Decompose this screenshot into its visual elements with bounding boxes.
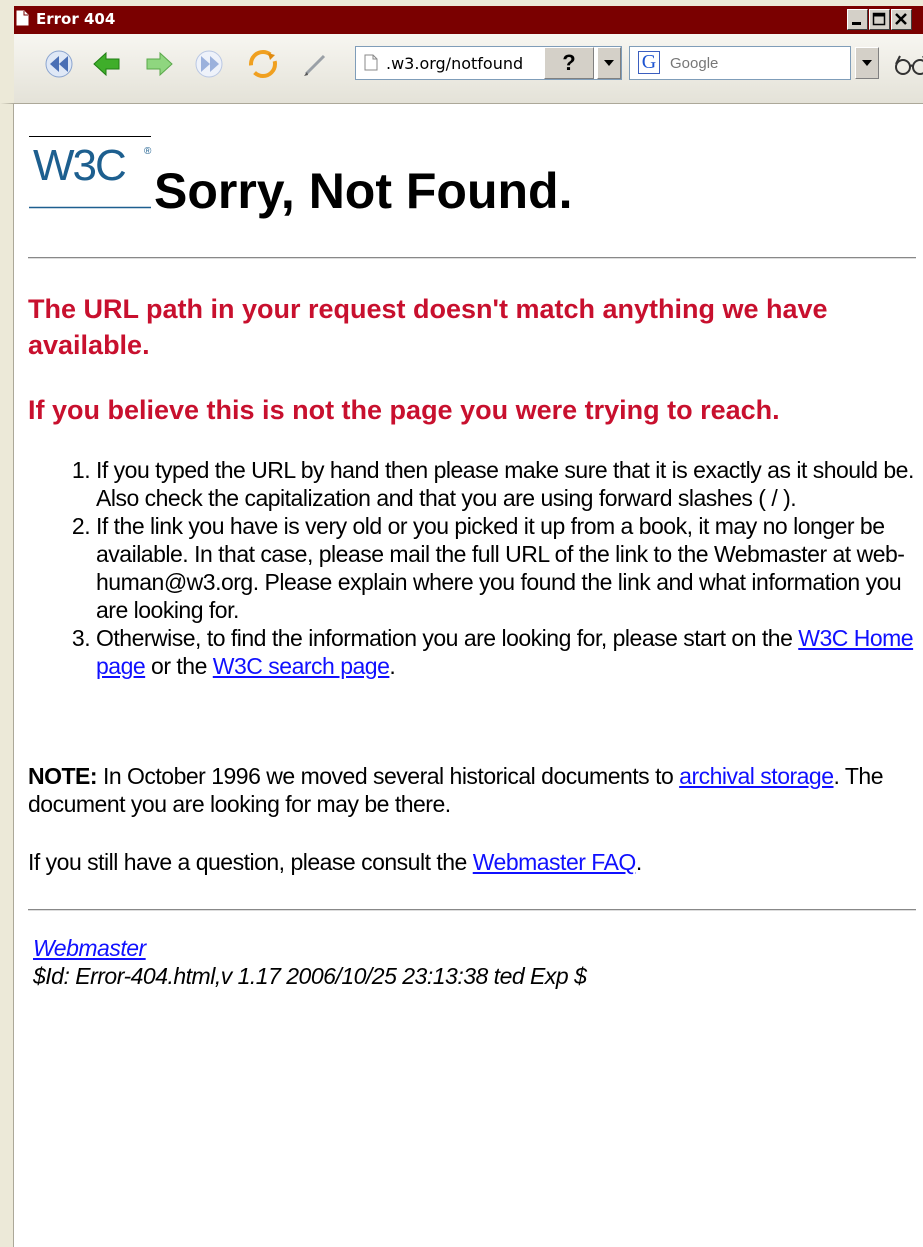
- back-icon[interactable]: [90, 47, 124, 81]
- step-3-mid: or the: [145, 653, 213, 679]
- step-1-text: If you typed the URL by hand then please…: [96, 457, 914, 511]
- revision-id: $Id: Error-404.html,v 1.17 2006/10/25 23…: [33, 963, 587, 989]
- logo-text: W3C: [33, 141, 127, 190]
- list-item: If you typed the URL by hand then please…: [96, 456, 923, 512]
- divider-bottom: [28, 909, 916, 911]
- edit-icon[interactable]: [298, 47, 332, 81]
- note-label: NOTE:: [28, 763, 98, 789]
- page-title: Sorry, Not Found.: [154, 163, 573, 219]
- faq-text: If you still have a question, please con…: [28, 849, 473, 875]
- window-titlebar: Error 404: [0, 0, 923, 34]
- url-text: .w3.org/notfound: [386, 54, 524, 73]
- browser-toolbar: .w3.org/notfound ? G Google: [0, 34, 923, 104]
- troubleshooting-list: If you typed the URL by hand then please…: [28, 456, 923, 680]
- step-2-text: If the link you have is very old or you …: [96, 513, 905, 623]
- first-icon[interactable]: [42, 47, 76, 81]
- divider-top: [28, 257, 916, 259]
- list-item: Otherwise, to find the information you a…: [96, 624, 923, 680]
- document-icon: [16, 10, 29, 26]
- page-icon: [364, 54, 378, 71]
- last-icon[interactable]: [192, 47, 226, 81]
- reload-icon[interactable]: [246, 47, 280, 81]
- window-title: Error 404: [36, 10, 116, 28]
- maximize-button[interactable]: [869, 9, 890, 30]
- w3c-logo[interactable]: W3C ®: [29, 136, 153, 210]
- google-icon: G: [638, 51, 660, 74]
- window-frame-left: [0, 104, 14, 1247]
- logo-registered-mark: ®: [144, 146, 152, 157]
- forward-icon[interactable]: [142, 47, 176, 81]
- webmaster-faq-link[interactable]: Webmaster FAQ: [473, 849, 637, 875]
- minimize-icon: [852, 22, 861, 25]
- step-3-suffix: .: [389, 653, 396, 679]
- w3c-search-link[interactable]: W3C search page: [213, 653, 390, 679]
- help-heading: If you believe this is not the page you …: [28, 395, 780, 425]
- note-text: In October 1996 we moved several histori…: [97, 763, 680, 789]
- maximize-icon: [872, 12, 886, 26]
- faq-paragraph: If you still have a question, please con…: [28, 848, 642, 876]
- close-icon: [895, 13, 907, 25]
- search-placeholder: Google: [670, 55, 719, 72]
- url-dropdown-button[interactable]: [597, 47, 621, 79]
- faq-suffix: .: [635, 849, 642, 875]
- note-paragraph: NOTE: In October 1996 we moved several h…: [28, 762, 908, 818]
- search-input[interactable]: G Google: [629, 46, 851, 80]
- list-item: If the link you have is very old or you …: [96, 512, 923, 624]
- signature: Webmaster $Id: Error-404.html,v 1.17 200…: [33, 934, 587, 990]
- webmaster-link[interactable]: Webmaster: [33, 935, 146, 961]
- minimize-button[interactable]: [847, 9, 868, 30]
- search-engine-dropdown[interactable]: [855, 47, 879, 79]
- help-button[interactable]: ?: [544, 47, 594, 79]
- glasses-icon[interactable]: [892, 47, 923, 81]
- close-button[interactable]: [891, 9, 912, 30]
- step-3-prefix: Otherwise, to find the information you a…: [96, 625, 799, 651]
- error-message: The URL path in your request doesn't mat…: [28, 294, 828, 360]
- archival-storage-link[interactable]: archival storage: [679, 763, 834, 789]
